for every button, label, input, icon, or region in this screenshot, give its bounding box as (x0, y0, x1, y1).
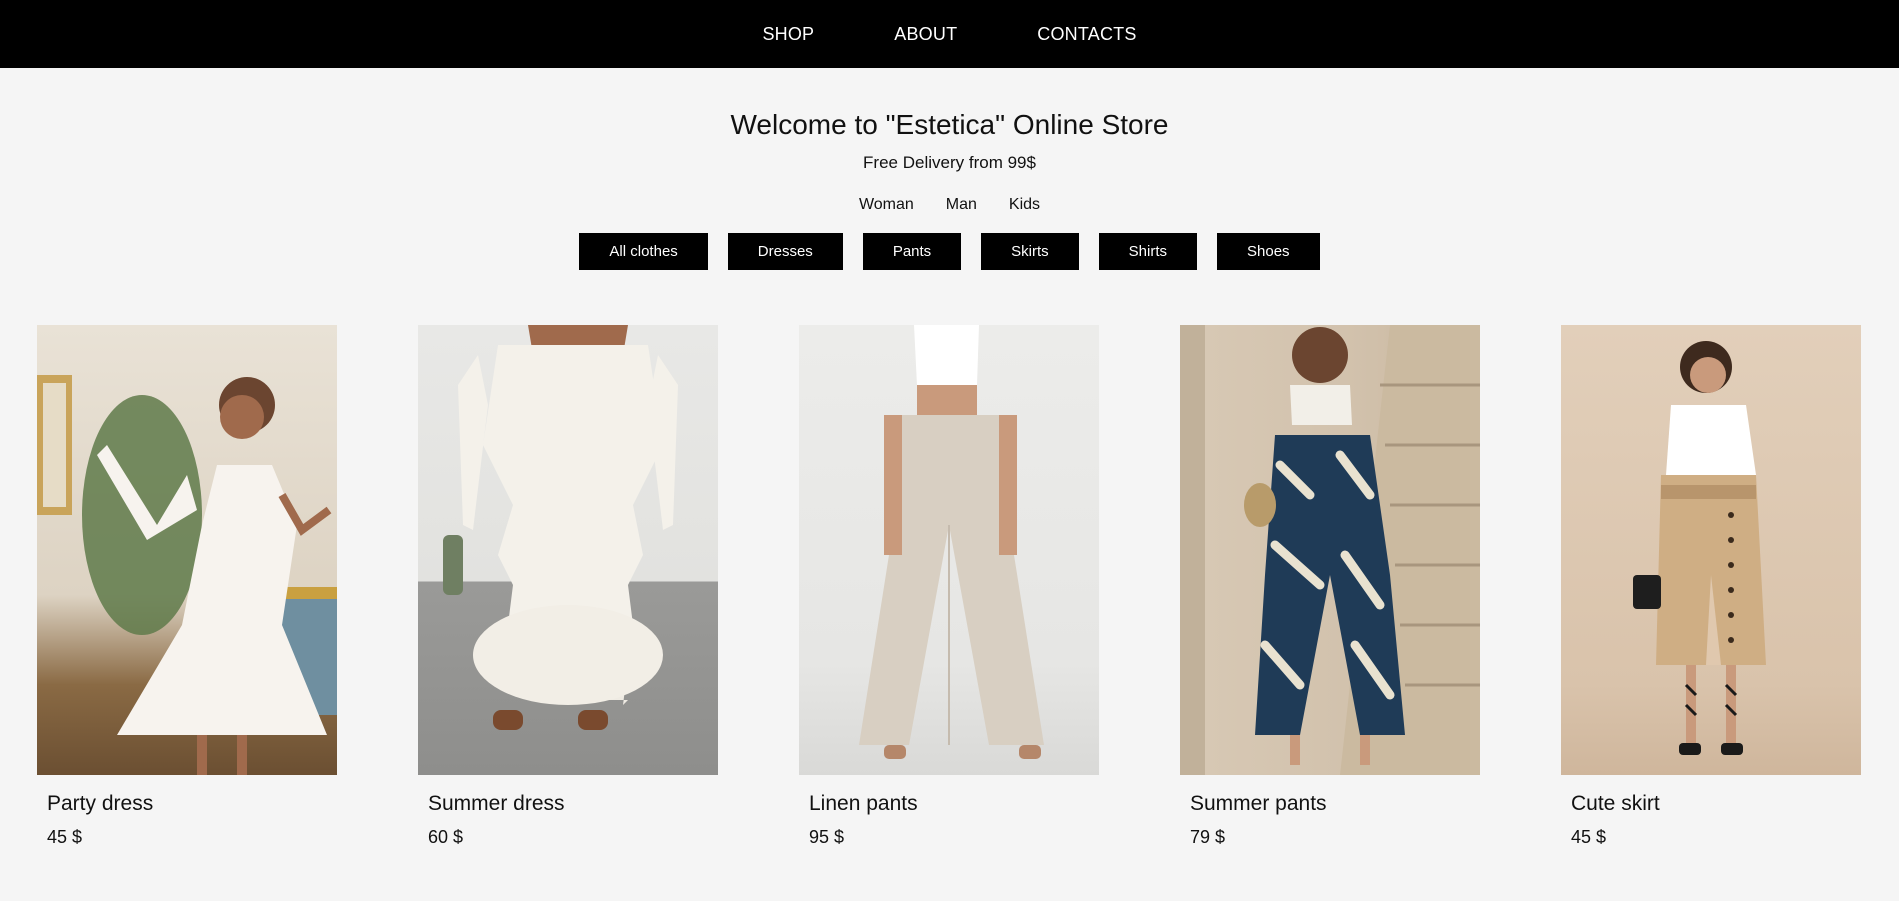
nav-contacts-link[interactable]: CONTACTS (1037, 24, 1136, 45)
gender-filter: Woman Man Kids (0, 196, 1899, 214)
gender-man-link[interactable]: Man (946, 196, 977, 214)
category-skirts-button[interactable]: Skirts (981, 233, 1079, 270)
product-price: 45 $ (47, 827, 83, 847)
product-name[interactable]: Party dress (47, 791, 337, 817)
category-shoes-button[interactable]: Shoes (1217, 233, 1320, 270)
nav-shop-link[interactable]: SHOP (762, 24, 814, 45)
category-all-clothes-button[interactable]: All clothes (579, 233, 708, 270)
product-photo[interactable] (1180, 325, 1480, 775)
product-grid: Party dress 45 $ Summer dress 60 $ Linen… (37, 325, 1861, 848)
category-dresses-button[interactable]: Dresses (727, 233, 843, 270)
product-photo[interactable] (418, 325, 718, 775)
category-filter: All clothes Dresses Pants Skirts Shirts … (0, 233, 1899, 270)
product-name[interactable]: Summer dress (428, 791, 718, 817)
product-price: 60 $ (428, 827, 464, 847)
product-photo[interactable] (1561, 325, 1861, 775)
page-title: Welcome to "Estetica" Online Store (730, 109, 1169, 140)
top-navigation: SHOP ABOUT CONTACTS (0, 0, 1899, 68)
product-card[interactable]: Party dress 45 $ (37, 325, 337, 848)
product-price: 95 $ (809, 827, 845, 847)
product-card[interactable]: Summer dress 60 $ (418, 325, 718, 848)
product-card[interactable]: Cute skirt 45 $ (1561, 325, 1861, 848)
product-price: 79 $ (1190, 827, 1226, 847)
product-card[interactable]: Linen pants 95 $ (799, 325, 1099, 848)
product-photo[interactable] (799, 325, 1099, 775)
product-price: 45 $ (1571, 827, 1607, 847)
product-name[interactable]: Cute skirt (1571, 791, 1861, 817)
nav-about-link[interactable]: ABOUT (894, 24, 957, 45)
category-pants-button[interactable]: Pants (862, 233, 962, 270)
gender-woman-link[interactable]: Woman (859, 196, 914, 214)
category-shirts-button[interactable]: Shirts (1098, 233, 1198, 270)
product-name[interactable]: Summer pants (1190, 791, 1480, 817)
product-card[interactable]: Summer pants 79 $ (1180, 325, 1480, 848)
gender-kids-link[interactable]: Kids (1009, 196, 1040, 214)
product-photo[interactable] (37, 325, 337, 775)
product-name[interactable]: Linen pants (809, 791, 1099, 817)
hero-section: Welcome to "Estetica" Online Store Free … (0, 68, 1899, 270)
delivery-notice: Free Delivery from 99$ (863, 153, 1036, 172)
